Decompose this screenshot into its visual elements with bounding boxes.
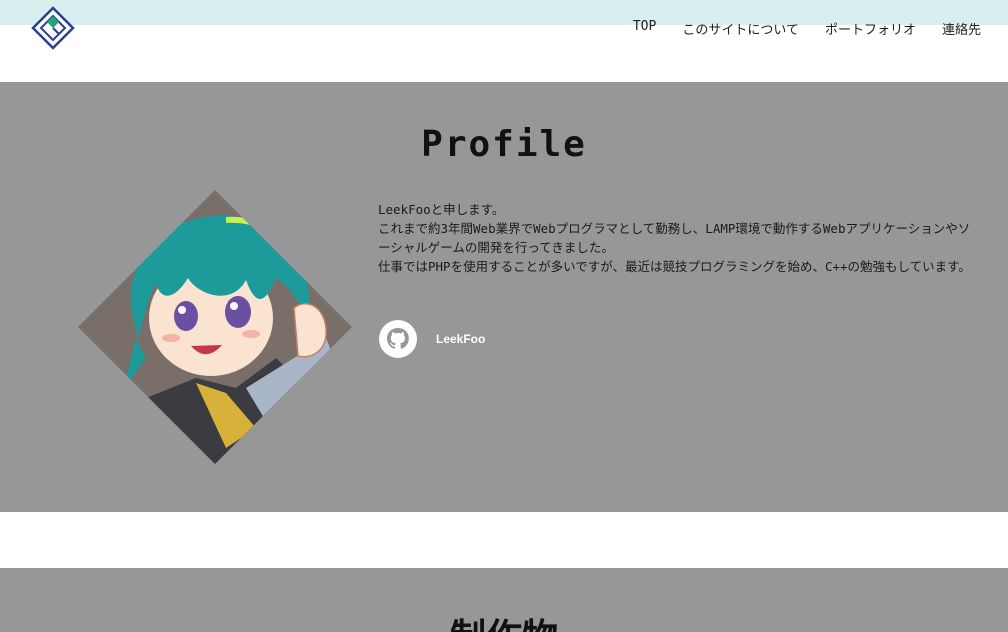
profile-section: Profile LeekFooと申します。 これまで約3年間Web業界でWebプ… — [0, 82, 1008, 512]
profile-bio: LeekFooと申します。 これまで約3年間Web業界でWebプログラマとして勤… — [378, 200, 978, 276]
bio-line: LeekFooと申します。 — [378, 202, 505, 217]
github-icon — [378, 319, 418, 359]
github-link[interactable]: LeekFoo — [378, 319, 485, 359]
main-nav: TOP このサイトについて ポートフォリオ 連絡先 — [633, 19, 981, 38]
github-label: LeekFoo — [436, 332, 486, 346]
nav-portfolio[interactable]: ポートフォリオ — [825, 19, 916, 38]
nav-top[interactable]: TOP — [633, 19, 656, 38]
site-header: TOP このサイトについて ポートフォリオ 連絡先 — [0, 0, 1008, 82]
bio-line: これまで約3年間Web業界でWebプログラマとして勤務し、LAMP環境で動作する… — [378, 221, 971, 255]
nav-contact[interactable]: 連絡先 — [942, 19, 981, 38]
avatar-image — [78, 190, 352, 464]
avatar — [76, 188, 354, 466]
profile-title: Profile — [421, 124, 587, 165]
site-logo[interactable] — [31, 6, 75, 50]
works-section: 制作物 — [0, 568, 1008, 632]
bio-line: 仕事ではPHPを使用することが多いですが、最近は競技プログラミングを始め、C++… — [378, 259, 971, 274]
works-title: 制作物 — [0, 608, 1008, 632]
nav-about[interactable]: このサイトについて — [682, 19, 799, 38]
section-gap — [0, 512, 1008, 568]
logo-icon — [31, 6, 75, 50]
